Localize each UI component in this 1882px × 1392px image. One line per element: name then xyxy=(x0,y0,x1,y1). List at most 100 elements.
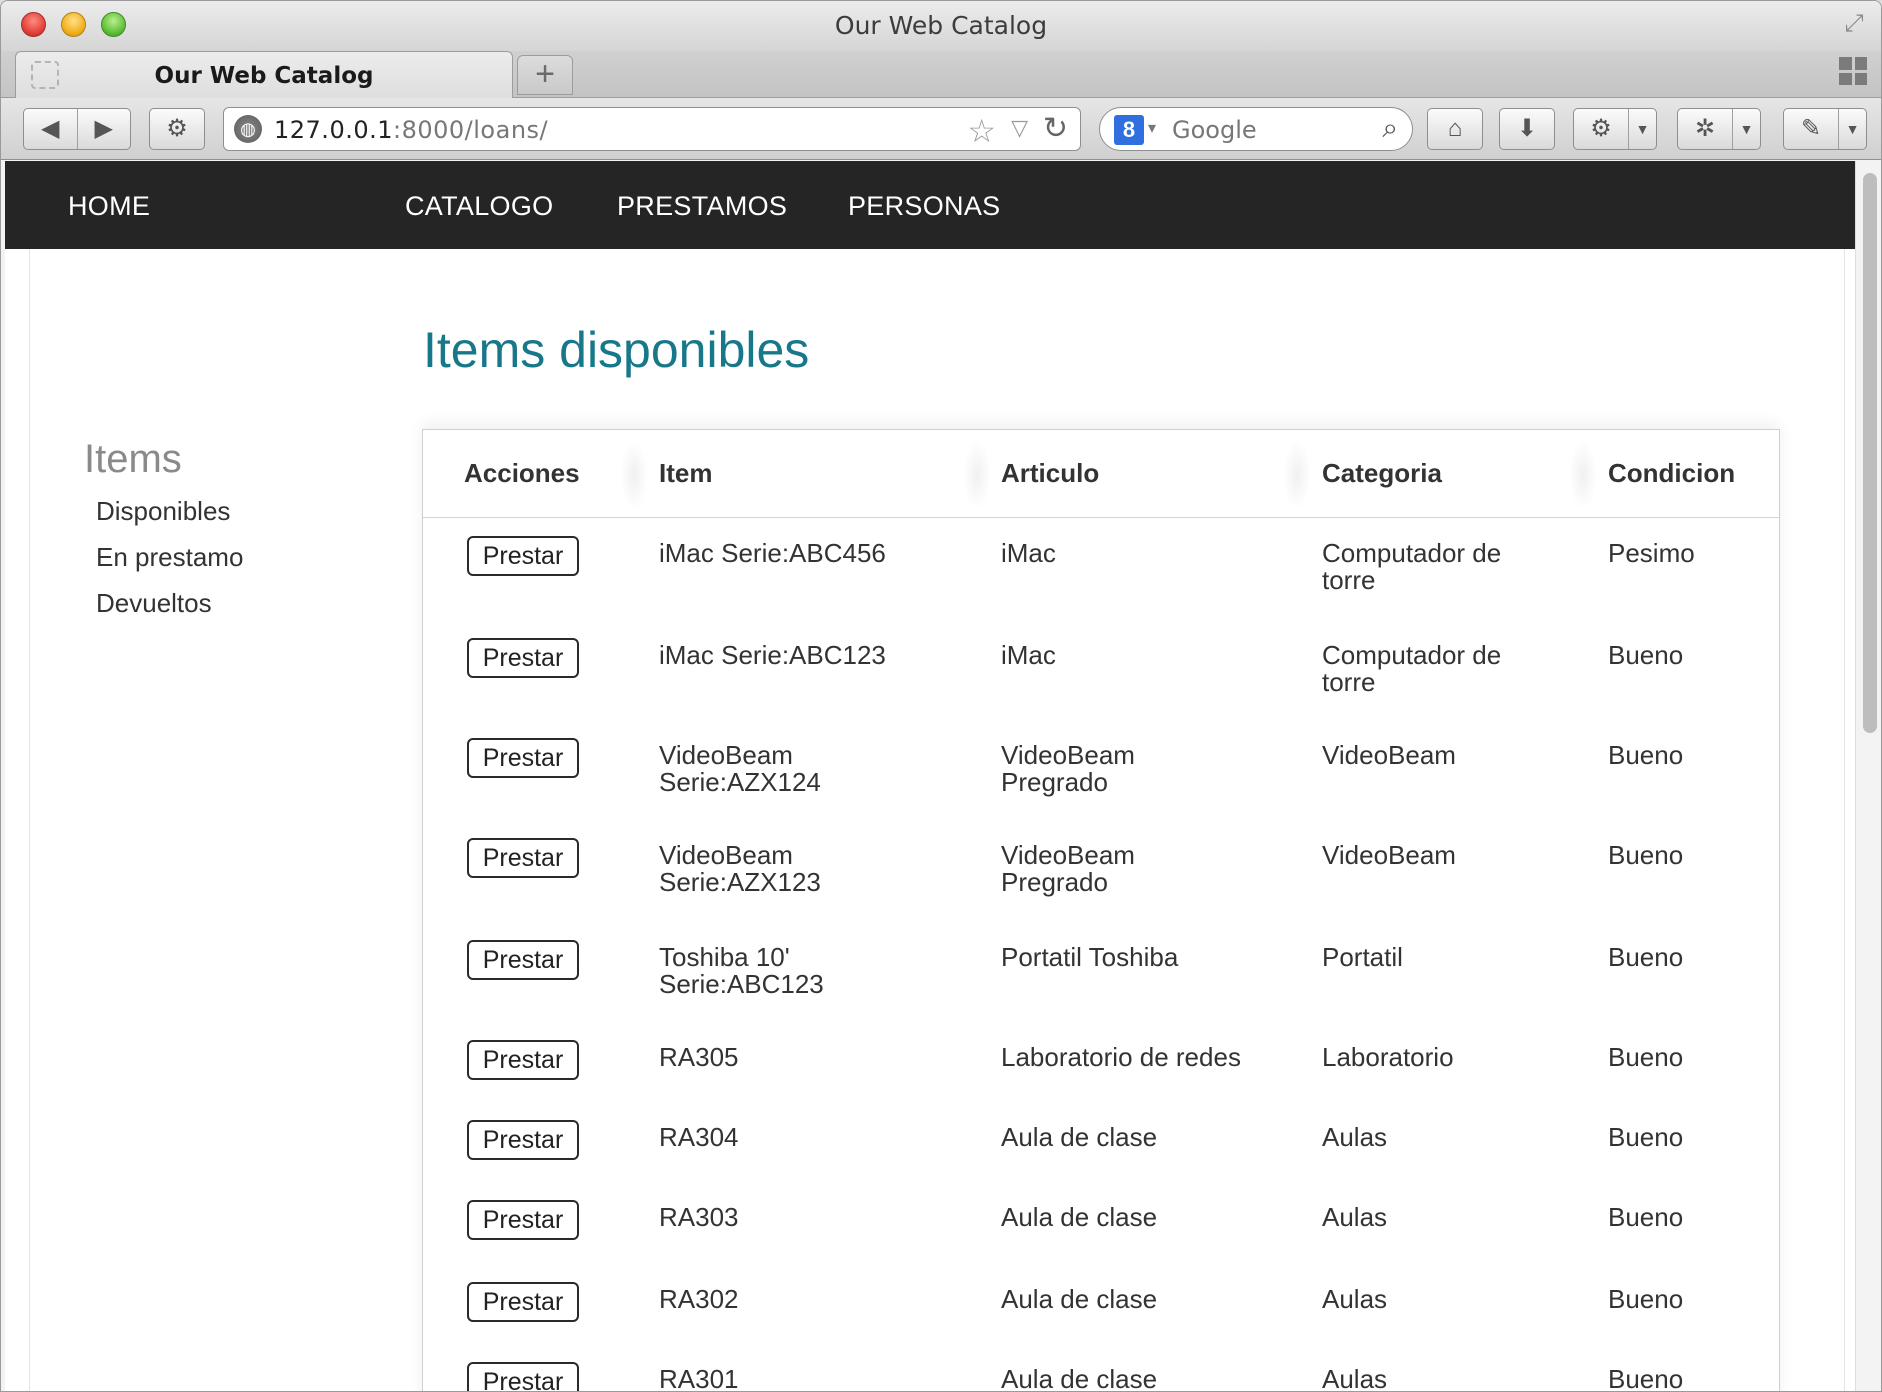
favicon-placeholder-icon xyxy=(31,61,59,89)
column-header-item: Item xyxy=(659,458,713,488)
column-divider xyxy=(620,440,648,510)
prestar-button[interactable]: Prestar xyxy=(467,1200,579,1240)
chevron-down-icon[interactable]: ▼ xyxy=(1733,109,1760,149)
cell-condicion: Pesimo xyxy=(1608,538,1695,568)
title-bar: Our Web Catalog ⤢ xyxy=(1,1,1881,51)
cell-articulo-line: Pregrado xyxy=(1001,767,1108,797)
browser-toolbar: ◀ ▶ ⚙ ◍ 127.0.0.1:8000/loans/ ☆ ▽ ↻ 8 ▾ … xyxy=(1,98,1881,160)
cell-categoria-line: Aulas xyxy=(1322,1364,1388,1392)
page-viewport: HOME CATALOGO PRESTAMOS PERSONAS Items D… xyxy=(5,161,1855,1392)
url-path: :8000/loans/ xyxy=(393,116,549,144)
cell-item: RA304 xyxy=(659,1124,739,1151)
plugin-button[interactable]: ✲ ▼ xyxy=(1677,108,1761,150)
forward-arrow-icon[interactable]: ▶ xyxy=(78,109,131,149)
cell-categoria: VideoBeam xyxy=(1322,842,1456,869)
cell-categoria-line: torre xyxy=(1322,565,1376,595)
fullscreen-icon[interactable]: ⤢ xyxy=(1841,11,1867,37)
cell-categoria: Portatil xyxy=(1322,944,1403,971)
tab-overview-icon[interactable] xyxy=(1839,57,1867,85)
prestar-button[interactable]: Prestar xyxy=(467,940,579,980)
column-header-categoria: Categoria xyxy=(1322,458,1442,488)
cell-articulo: Aula de clase xyxy=(1001,1366,1157,1392)
sidebar-item-devueltos[interactable]: Devueltos xyxy=(96,588,212,619)
cell-categoria-line: Aulas xyxy=(1322,1202,1388,1232)
engine-dropdown-icon[interactable]: ▾ xyxy=(1148,118,1156,138)
url-history-dropdown-icon[interactable]: ▽ xyxy=(1011,115,1028,141)
developer-tools-button[interactable]: ✎ ▼ xyxy=(1783,108,1867,150)
url-host: 127.0.0.1 xyxy=(274,116,394,144)
items-table: Acciones Item Articulo Categoria Condici… xyxy=(422,429,1780,1392)
column-divider xyxy=(963,440,991,510)
nav-prestamos[interactable]: PRESTAMOS xyxy=(617,191,787,222)
prestar-button[interactable]: Prestar xyxy=(467,738,579,778)
top-navbar: HOME CATALOGO PRESTAMOS PERSONAS xyxy=(5,161,1855,249)
cell-articulo-line: iMac xyxy=(1001,538,1056,568)
bookmark-star-icon[interactable]: ☆ xyxy=(967,112,996,150)
back-arrow-icon[interactable]: ◀ xyxy=(24,109,78,149)
prestar-button[interactable]: Prestar xyxy=(467,536,579,576)
cell-categoria-line: VideoBeam xyxy=(1322,740,1456,770)
cell-articulo-line: Aula de clase xyxy=(1001,1364,1158,1392)
cell-item-line: iMac Serie:ABC123 xyxy=(659,640,886,670)
search-icon[interactable]: ⌕ xyxy=(1382,112,1398,145)
vertical-scrollbar[interactable] xyxy=(1855,161,1881,1391)
prestar-button[interactable]: Prestar xyxy=(467,838,579,878)
table-header: Acciones Item Articulo Categoria Condici… xyxy=(423,430,1779,518)
tab-our-web-catalog[interactable]: Our Web Catalog xyxy=(15,51,513,98)
cell-item-line: RA304 xyxy=(659,1122,739,1152)
scrollbar-thumb[interactable] xyxy=(1863,173,1877,733)
cell-articulo: Aula de clase xyxy=(1001,1124,1157,1151)
prestar-button[interactable]: Prestar xyxy=(467,1040,579,1080)
cell-categoria-line: VideoBeam xyxy=(1322,840,1456,870)
browser-window: Our Web Catalog ⤢ Our Web Catalog + ◀ ▶ … xyxy=(0,0,1882,1392)
cell-item-line: Toshiba 10' xyxy=(659,942,790,972)
page-body: Items Disponibles En prestamo Devueltos … xyxy=(29,249,1845,1392)
address-bar[interactable]: ◍ 127.0.0.1:8000/loans/ ☆ ▽ ↻ xyxy=(223,107,1081,151)
tab-title: Our Web Catalog xyxy=(154,63,374,89)
cell-categoria-line: Computador de xyxy=(1322,538,1502,568)
prestar-button[interactable]: Prestar xyxy=(467,1362,579,1391)
prestar-button[interactable]: Prestar xyxy=(467,1282,579,1322)
cell-condicion: Bueno xyxy=(1608,840,1684,870)
cell-item-line: RA303 xyxy=(659,1202,739,1232)
cell-condicion: Bueno xyxy=(1608,1202,1684,1232)
cell-condicion: Bueno xyxy=(1608,1122,1684,1152)
cell-articulo-line: VideoBeam xyxy=(1001,840,1135,870)
download-icon[interactable]: ⬇ xyxy=(1499,108,1555,150)
reload-icon[interactable]: ↻ xyxy=(1043,111,1068,146)
cell-categoria: Computador de torre xyxy=(1322,540,1501,594)
new-tab-button[interactable]: + xyxy=(517,55,573,95)
settings-button[interactable]: ⚙ ▼ xyxy=(1573,108,1657,150)
wand-icon[interactable]: ✎ xyxy=(1784,109,1839,149)
gear-icon[interactable]: ⚙ xyxy=(1574,109,1629,149)
home-icon[interactable]: ⌂ xyxy=(1427,108,1483,150)
search-bar[interactable]: 8 ▾ Google ⌕ xyxy=(1099,107,1413,151)
prestar-button[interactable]: Prestar xyxy=(467,1120,579,1160)
cell-articulo: VideoBeam Pregrado xyxy=(1001,842,1135,896)
google-engine-icon[interactable]: 8 xyxy=(1114,115,1144,145)
cell-item-line: RA302 xyxy=(659,1284,739,1314)
cell-condicion: Bueno xyxy=(1608,1364,1684,1392)
nav-catalogo[interactable]: CATALOGO xyxy=(405,191,553,222)
back-forward-buttons: ◀ ▶ xyxy=(23,108,131,150)
plugin-icon[interactable]: ✲ xyxy=(1678,109,1733,149)
nav-home[interactable]: HOME xyxy=(68,191,150,222)
cell-articulo-line: Aula de clase xyxy=(1001,1202,1158,1232)
cell-item-line: Serie:ABC123 xyxy=(659,969,824,999)
nav-personas[interactable]: PERSONAS xyxy=(848,191,1000,222)
chevron-down-icon[interactable]: ▼ xyxy=(1629,109,1656,149)
cell-item: iMac Serie:ABC456 xyxy=(659,540,886,567)
url-text[interactable]: 127.0.0.1:8000/loans/ xyxy=(274,116,548,144)
sidebar-item-en-prestamo[interactable]: En prestamo xyxy=(96,542,243,573)
prestar-button[interactable]: Prestar xyxy=(467,638,579,678)
cell-item: RA302 xyxy=(659,1286,739,1313)
privacy-shield-icon[interactable]: ⚙ xyxy=(149,108,205,150)
cell-articulo: VideoBeam Pregrado xyxy=(1001,742,1135,796)
cell-item: RA303 xyxy=(659,1204,739,1231)
sidebar-item-disponibles[interactable]: Disponibles xyxy=(96,496,230,527)
cell-condicion: Bueno xyxy=(1608,942,1684,972)
globe-icon: ◍ xyxy=(234,115,262,143)
chevron-down-icon[interactable]: ▼ xyxy=(1839,109,1866,149)
cell-categoria-line: Aulas xyxy=(1322,1122,1388,1152)
cell-categoria-line: torre xyxy=(1322,667,1376,697)
